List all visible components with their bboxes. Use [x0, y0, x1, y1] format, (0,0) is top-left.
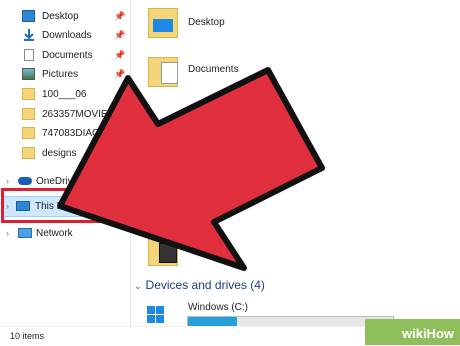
sidebar-item-label: Pictures — [42, 69, 79, 80]
documents-folder-icon[interactable] — [148, 57, 178, 87]
devices-drives-section-header[interactable]: ⌄ Devices and drives (4) — [134, 278, 265, 292]
drive-label[interactable]: Windows (C:) — [188, 302, 248, 313]
folder-label-desktop[interactable]: Desktop — [188, 17, 225, 28]
sidebar-item-label: Documents — [42, 50, 93, 61]
pictures-icon — [22, 68, 35, 80]
sidebar-item-label: 100___06 — [42, 89, 87, 100]
sidebar-item-documents[interactable]: Documents 📌 — [0, 46, 128, 65]
folder-label-documents[interactable]: Documents — [188, 64, 239, 75]
folder-icon — [22, 88, 35, 100]
pin-icon: 📌 — [114, 30, 126, 40]
sidebar-item-folder-designs[interactable]: designs — [0, 144, 128, 163]
folder-label-pictures[interactable]: Pictures — [188, 201, 224, 212]
desktop-folder-icon[interactable] — [148, 8, 178, 38]
sidebar-item-desktop[interactable]: Desktop 📌 — [0, 7, 128, 26]
sidebar-item-label: Desktop — [42, 11, 79, 22]
sidebar-item-label: 747083DIAGNOS SL — [42, 128, 128, 139]
videos-folder-icon[interactable] — [148, 236, 178, 266]
folder-icon — [22, 108, 35, 120]
sidebar-item-downloads[interactable]: Downloads 📌 — [0, 26, 128, 45]
documents-icon — [24, 49, 34, 61]
sidebar-item-folder-movie-maker[interactable]: 263357MOVIE MAKI — [0, 105, 128, 124]
sidebar-item-label: designs — [42, 148, 77, 159]
windows-drive-icon[interactable] — [147, 306, 165, 324]
sidebar-item-label: Downloads — [42, 30, 92, 41]
sidebar-item-folder-diagnos[interactable]: 747083DIAGNOS SL — [0, 124, 128, 143]
sidebar-item-label: 263357MOVIE MAKI — [42, 109, 128, 120]
pin-icon: 📌 — [114, 11, 126, 21]
folder-icon — [22, 127, 35, 139]
folder-icon — [22, 147, 35, 159]
pane-divider — [130, 0, 131, 326]
sidebar-item-pictures[interactable]: Pictures 📌 — [0, 65, 128, 84]
chevron-right-icon[interactable]: › — [6, 224, 9, 243]
pin-icon: 📌 — [114, 69, 126, 79]
wikihow-watermark: wikiHow — [401, 326, 454, 341]
item-count: 10 items — [10, 331, 45, 341]
navigation-pane: Desktop 📌 Downloads 📌 Documents 📌 Pictur… — [0, 0, 130, 326]
sidebar-item-folder-100-06[interactable]: 100___06 — [0, 85, 128, 104]
network-icon — [18, 228, 32, 238]
downloads-icon — [24, 29, 34, 41]
section-title: Devices and drives (4) — [145, 278, 265, 292]
drive-usage-fill — [188, 317, 238, 326]
sidebar-item-label: Network — [36, 228, 73, 239]
this-pc-highlight-box — [1, 188, 129, 223]
sidebar-item-network[interactable]: › Network — [0, 224, 128, 243]
chevron-down-icon[interactable]: ⌄ — [134, 281, 142, 291]
pin-icon: 📌 — [114, 50, 126, 60]
onedrive-icon — [18, 177, 32, 185]
folder-label-videos[interactable]: Videos — [188, 245, 218, 256]
pictures-folder-icon[interactable] — [148, 194, 179, 224]
desktop-icon — [22, 10, 35, 22]
